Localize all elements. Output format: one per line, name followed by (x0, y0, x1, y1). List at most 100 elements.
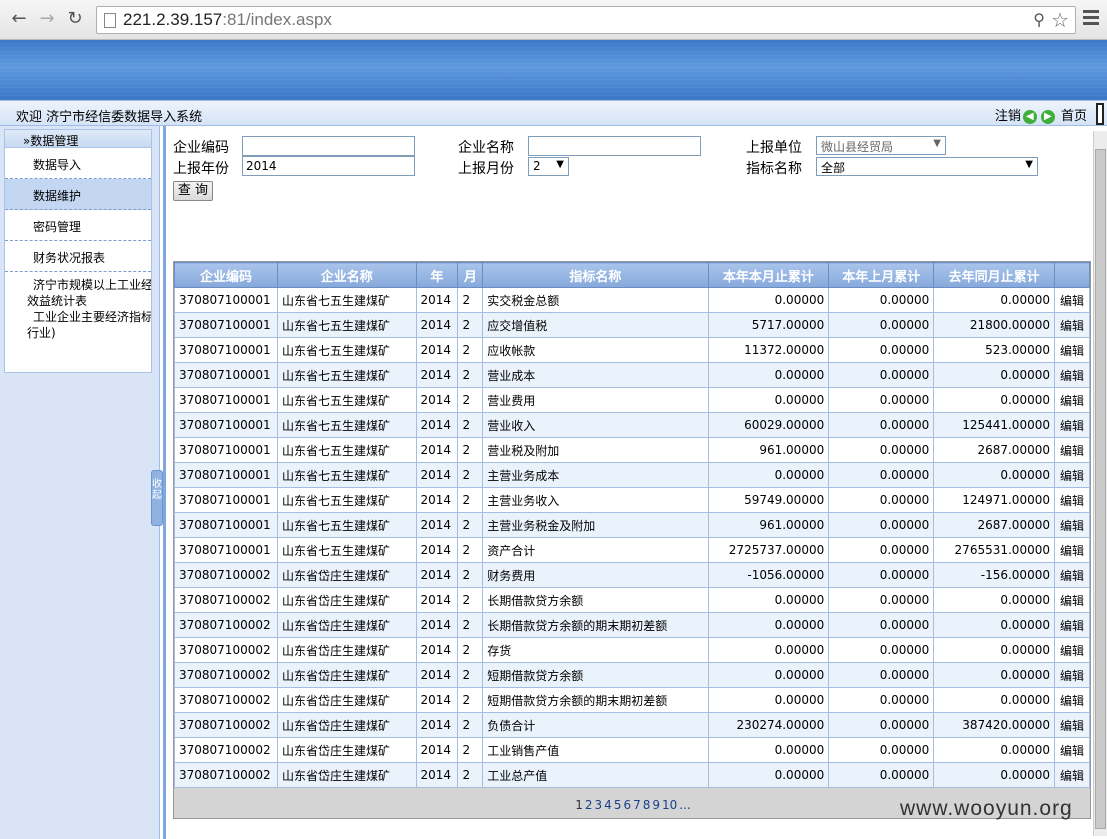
edit-link[interactable]: 编辑 (1053, 637, 1090, 663)
cell-company-code: 370807100001 (174, 412, 278, 438)
table-row: 370807100002 山东省岱庄生建煤矿 2014 2 负债合计 230274.000… (174, 712, 1090, 738)
cell-company-name: 山东省七五生建煤矿 (276, 387, 417, 413)
page-link[interactable]: 5 (614, 798, 622, 812)
header-banner (0, 40, 1107, 100)
cell-company-name: 山东省岱庄生建煤矿 (276, 562, 417, 588)
back-icon[interactable]: ← (8, 8, 30, 30)
page-link[interactable]: ... (679, 798, 690, 812)
report-year-input[interactable]: 2014 (242, 156, 415, 176)
page-link[interactable]: 1 (575, 798, 583, 812)
edit-link[interactable]: 编辑 (1053, 737, 1090, 763)
company-code-input[interactable] (242, 136, 415, 156)
forward-arrow-icon[interactable]: ▶ (1040, 109, 1055, 124)
cell-company-name: 山东省岱庄生建煤矿 (276, 762, 417, 788)
cell-year: 2014 (415, 737, 459, 763)
address-bar[interactable]: 221.2.39.157:81/index.aspx ⚲ ☆ (96, 6, 1076, 34)
cell-indicator: 资产合计 (482, 537, 709, 563)
cell-company-code: 370807100001 (174, 387, 278, 413)
cell-year: 2014 (415, 537, 459, 563)
edit-link[interactable]: 编辑 (1053, 687, 1090, 713)
cell-year: 2014 (415, 337, 459, 363)
edit-link[interactable]: 编辑 (1053, 412, 1090, 438)
page-link[interactable]: 6 (623, 798, 631, 812)
bookmark-star-icon[interactable]: ☆ (1051, 8, 1069, 32)
edit-link[interactable]: 编辑 (1053, 762, 1090, 788)
edit-link[interactable]: 编辑 (1053, 537, 1090, 563)
cell-year: 2014 (415, 412, 459, 438)
logout-link[interactable]: 注销 (995, 109, 1021, 124)
edit-link[interactable]: 编辑 (1053, 462, 1090, 488)
cell-month: 2 (457, 312, 484, 338)
sidebar-title[interactable]: »数据管理 (5, 130, 151, 148)
edit-link[interactable]: 编辑 (1053, 287, 1090, 313)
cell-indicator: 短期借款贷方余额的期末期初差额 (482, 687, 709, 713)
cell-company-name: 山东省岱庄生建煤矿 (276, 612, 417, 638)
edit-link[interactable]: 编辑 (1053, 612, 1090, 638)
cell-month: 2 (457, 412, 484, 438)
cell-indicator: 应交增值税 (482, 312, 709, 338)
cell-last-month-total: 0.00000 (828, 362, 935, 388)
chevron-down-icon: ▼ (556, 159, 564, 170)
edit-link[interactable]: 编辑 (1053, 362, 1090, 388)
edit-link[interactable]: 编辑 (1053, 712, 1090, 738)
forward-icon[interactable]: → (36, 8, 58, 30)
browser-menu-icon[interactable] (1083, 10, 1099, 28)
page-link[interactable]: 4 (604, 798, 612, 812)
table-row: 370807100002 山东省岱庄生建煤矿 2014 2 短期借款贷方余额 0.0000… (174, 662, 1090, 688)
sidebar-item-password[interactable]: 密码管理 (5, 210, 151, 241)
report-month-select[interactable]: 2 ▼ (528, 157, 569, 176)
edit-link[interactable]: 编辑 (1053, 587, 1090, 613)
table-row: 370807100002 山东省岱庄生建煤矿 2014 2 工业总产值 0.00000 0.… (174, 762, 1090, 788)
column-header: 指标名称 (482, 262, 709, 288)
query-button[interactable]: 查 询 (173, 181, 213, 201)
sidebar: »数据管理 数据导入 数据维护 密码管理 财务状况报表 济宁市规模以上工业经 效… (0, 126, 160, 839)
sidebar-collapse-tab[interactable]: 收起 (151, 470, 163, 526)
edit-link[interactable]: 编辑 (1053, 512, 1090, 538)
edit-link[interactable]: 编辑 (1053, 387, 1090, 413)
reload-icon[interactable]: ↻ (64, 8, 86, 30)
chevron-down-icon: ▼ (1025, 159, 1033, 170)
page-link[interactable]: 2 (585, 798, 593, 812)
page-link[interactable]: 3 (595, 798, 603, 812)
vertical-scrollbar[interactable] (1093, 131, 1107, 836)
table-row: 370807100002 山东省岱庄生建煤矿 2014 2 长期借款贷方余额 0.0000… (174, 587, 1090, 613)
indicator-select[interactable]: 全部 ▼ (816, 157, 1038, 176)
sidebar-item-finance-report[interactable]: 财务状况报表 (5, 241, 151, 272)
cell-last-year-total: 387420.00000 (933, 712, 1055, 738)
cell-company-name: 山东省岱庄生建煤矿 (276, 637, 417, 663)
edit-link[interactable]: 编辑 (1053, 437, 1090, 463)
company-name-label: 企业名称 (458, 140, 514, 156)
page-link[interactable]: 7 (633, 798, 641, 812)
cell-last-year-total: 0.00000 (933, 287, 1055, 313)
key-icon[interactable]: ⚲ (1033, 10, 1045, 29)
edit-link[interactable]: 编辑 (1053, 337, 1090, 363)
sidebar-item-data-maintenance[interactable]: 数据维护 (5, 179, 151, 210)
cell-current-total: 961.00000 (707, 437, 830, 463)
cell-month: 2 (457, 587, 484, 613)
page-link[interactable]: 8 (643, 798, 651, 812)
cell-last-year-total: 0.00000 (933, 387, 1055, 413)
edit-link[interactable]: 编辑 (1053, 662, 1090, 688)
back-arrow-icon[interactable]: ◀ (1022, 109, 1037, 124)
cell-last-month-total: 0.00000 (828, 412, 935, 438)
cell-company-name: 山东省七五生建煤矿 (276, 337, 417, 363)
sidebar-item-data-import[interactable]: 数据导入 (5, 148, 151, 179)
cell-month: 2 (457, 462, 484, 488)
edit-link[interactable]: 编辑 (1053, 312, 1090, 338)
toggle-bar-icon[interactable] (1096, 103, 1104, 125)
cell-month: 2 (457, 362, 484, 388)
sidebar-item-industry-stats[interactable]: 济宁市规模以上工业经 效益统计表 工业企业主要经济指标 行业) (5, 272, 151, 341)
report-unit-select[interactable]: 微山县经贸局 ▼ (816, 136, 946, 155)
home-link[interactable]: 首页 (1061, 109, 1087, 124)
column-header: 月 (457, 262, 484, 288)
edit-link[interactable]: 编辑 (1053, 562, 1090, 588)
cell-year: 2014 (415, 662, 459, 688)
cell-last-month-total: 0.00000 (828, 687, 935, 713)
page-link[interactable]: 9 (652, 798, 660, 812)
page-link[interactable]: 10 (662, 798, 677, 812)
cell-company-name: 山东省七五生建煤矿 (276, 462, 417, 488)
edit-link[interactable]: 编辑 (1053, 487, 1090, 513)
cell-company-code: 370807100002 (174, 687, 278, 713)
cell-indicator: 应收帐款 (482, 337, 709, 363)
company-name-input[interactable] (528, 136, 701, 156)
